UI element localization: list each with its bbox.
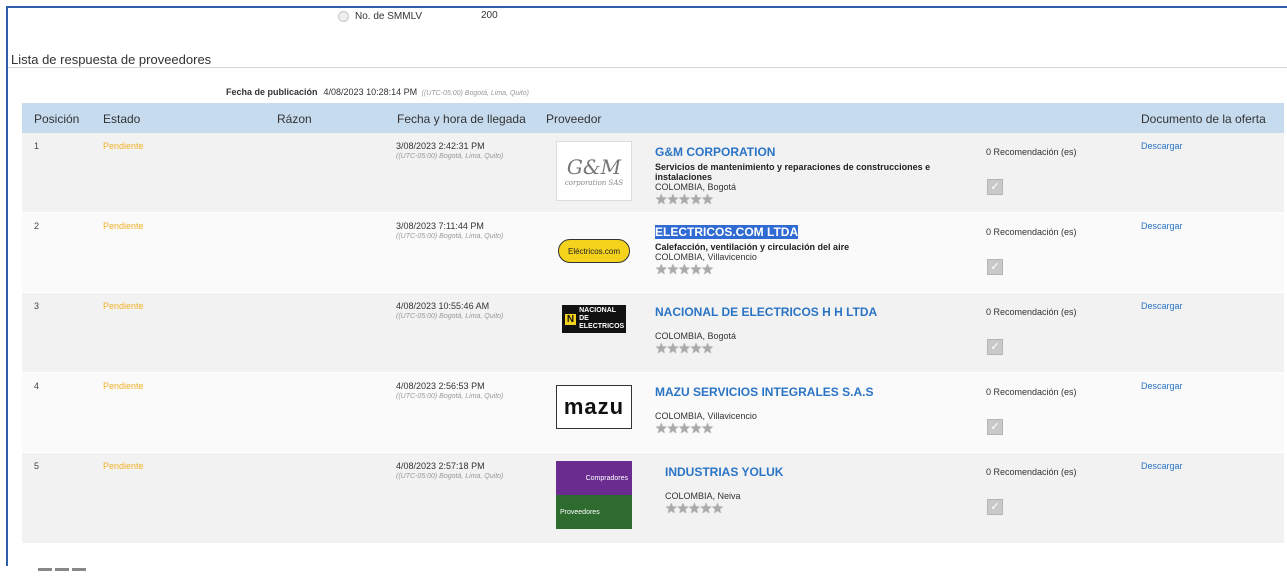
row-position: 3 [34, 301, 40, 311]
row-arrival: 4/08/2023 10:55:46 AM ((UTC-05:00) Bogotá… [396, 301, 504, 320]
row-arrival: 4/08/2023 2:57:18 PM ((UTC-05:00) Bogotá,… [396, 461, 504, 480]
provider-name-link[interactable]: MAZU SERVICIOS INTEGRALES S.A.S [655, 385, 965, 399]
row-position: 4 [34, 381, 40, 391]
row-arrival: 4/08/2023 2:56:53 PM ((UTC-05:00) Bogotá,… [396, 381, 504, 400]
row-status: Pendiente [103, 381, 144, 391]
download-link[interactable]: Descargar [1141, 381, 1183, 391]
row-status: Pendiente [103, 301, 144, 311]
provider-info: MAZU SERVICIOS INTEGRALES S.A.S COLOMBIA… [655, 385, 965, 435]
provider-info: INDUSTRIAS YOLUK COLOMBIA, Neiva ★ ★ ★ ★ ★ [665, 465, 975, 515]
table-header: Posición Estado Rázon Fecha y hora de ll… [22, 103, 1284, 133]
rating-stars: ★ ★ ★ ★ ★ [655, 420, 714, 436]
table-row: 4 Pendiente 4/08/2023 2:56:53 PM ((UTC-05… [22, 373, 1284, 453]
row-position: 1 [34, 141, 40, 151]
row-arrival: 3/08/2023 7:11:44 PM ((UTC-05:00) Bogotá,… [396, 221, 504, 240]
provider-logo: G&M corporation SAS [556, 141, 632, 201]
provider-logo: Eléctricos.com [556, 221, 632, 281]
provider-description: Calefacción, ventilación y circulación d… [655, 242, 850, 252]
rating-stars: ★ ★ ★ ★ ★ [655, 261, 714, 277]
provider-info: ELECTRICOS.COM LTDA Calefacción, ventila… [655, 225, 965, 276]
recommendations: 0 Recomendación (es) [986, 307, 1077, 317]
smmlv-field: No. de SMMLV [338, 11, 422, 22]
recommendations: 0 Recomendación (es) [986, 387, 1077, 397]
provider-description: Servicios de mantenimiento y reparacione… [655, 162, 931, 182]
checkbox-icon[interactable]: ✓ [987, 419, 1003, 435]
rating-stars: ★ ★ ★ ★ ★ [655, 191, 714, 207]
download-link[interactable]: Descargar [1141, 301, 1183, 311]
provider-info: G&M CORPORATION Servicios de mantenimien… [655, 145, 965, 206]
download-link[interactable]: Descargar [1141, 141, 1183, 151]
smmlv-label: No. de SMMLV [355, 11, 423, 22]
col-razon[interactable]: Rázon [277, 112, 312, 126]
row-status: Pendiente [103, 221, 144, 231]
provider-name-link[interactable]: G&M CORPORATION [655, 145, 965, 159]
rating-stars: ★ ★ ★ ★ ★ [655, 340, 714, 356]
row-position: 5 [34, 461, 40, 471]
row-status: Pendiente [103, 141, 144, 151]
recommendations: 0 Recomendación (es) [986, 227, 1077, 237]
provider-logo: N NACIONAL DE ELECTRICOS [556, 301, 632, 361]
radio-icon[interactable] [338, 11, 349, 22]
row-position: 2 [34, 221, 40, 231]
col-fecha[interactable]: Fecha y hora de llegada [397, 112, 526, 126]
publication-date: Fecha de publicación 4/08/2023 10:28:14 P… [226, 87, 529, 97]
col-documento[interactable]: Documento de la oferta [1141, 112, 1266, 126]
provider-info: NACIONAL DE ELECTRICOS H H LTDA COLOMBIA… [655, 305, 965, 355]
rating-stars: ★ ★ ★ ★ ★ [665, 500, 724, 516]
section-divider [8, 67, 1287, 68]
provider-name-link[interactable]: ELECTRICOS.COM LTDA [655, 225, 799, 239]
checkbox-icon[interactable]: ✓ [987, 339, 1003, 355]
row-status: Pendiente [103, 461, 144, 471]
checkbox-icon[interactable]: ✓ [987, 259, 1003, 275]
provider-logo: Compradores Proveedores [556, 461, 632, 529]
checkbox-icon[interactable]: ✓ [987, 179, 1003, 195]
table-row: 1 Pendiente 3/08/2023 2:42:31 PM ((UTC-05… [22, 133, 1284, 213]
checkbox-icon[interactable]: ✓ [987, 499, 1003, 515]
provider-name-link[interactable]: NACIONAL DE ELECTRICOS H H LTDA [655, 305, 965, 319]
provider-logo: mazu [556, 385, 632, 429]
col-estado[interactable]: Estado [103, 112, 140, 126]
recommendations: 0 Recomendación (es) [986, 467, 1077, 477]
provider-name-link[interactable]: INDUSTRIAS YOLUK [665, 465, 975, 479]
download-link[interactable]: Descargar [1141, 461, 1183, 471]
smmlv-value: 200 [481, 10, 498, 21]
pub-date: 4/08/2023 10:28:14 PM [323, 87, 418, 97]
col-proveedor[interactable]: Proveedor [546, 112, 601, 126]
recommendations: 0 Recomendación (es) [986, 147, 1077, 157]
section-title: Lista de respuesta de proveedores [11, 52, 212, 67]
download-link[interactable]: Descargar [1141, 221, 1183, 231]
pub-label: Fecha de publicación [226, 87, 318, 97]
table-row: 3 Pendiente 4/08/2023 10:55:46 AM ((UTC-0… [22, 293, 1284, 373]
table-row: 5 Pendiente 4/08/2023 2:57:18 PM ((UTC-05… [22, 453, 1284, 544]
pub-timezone: ((UTC-05:00) Bogotá, Lima, Quito) [421, 90, 529, 97]
row-arrival: 3/08/2023 2:42:31 PM ((UTC-05:00) Bogotá,… [396, 141, 504, 160]
providers-table: Posición Estado Rázon Fecha y hora de ll… [22, 103, 1284, 544]
col-posicion[interactable]: Posición [34, 112, 79, 126]
table-row: 2 Pendiente 3/08/2023 7:11:44 PM ((UTC-05… [22, 213, 1284, 293]
